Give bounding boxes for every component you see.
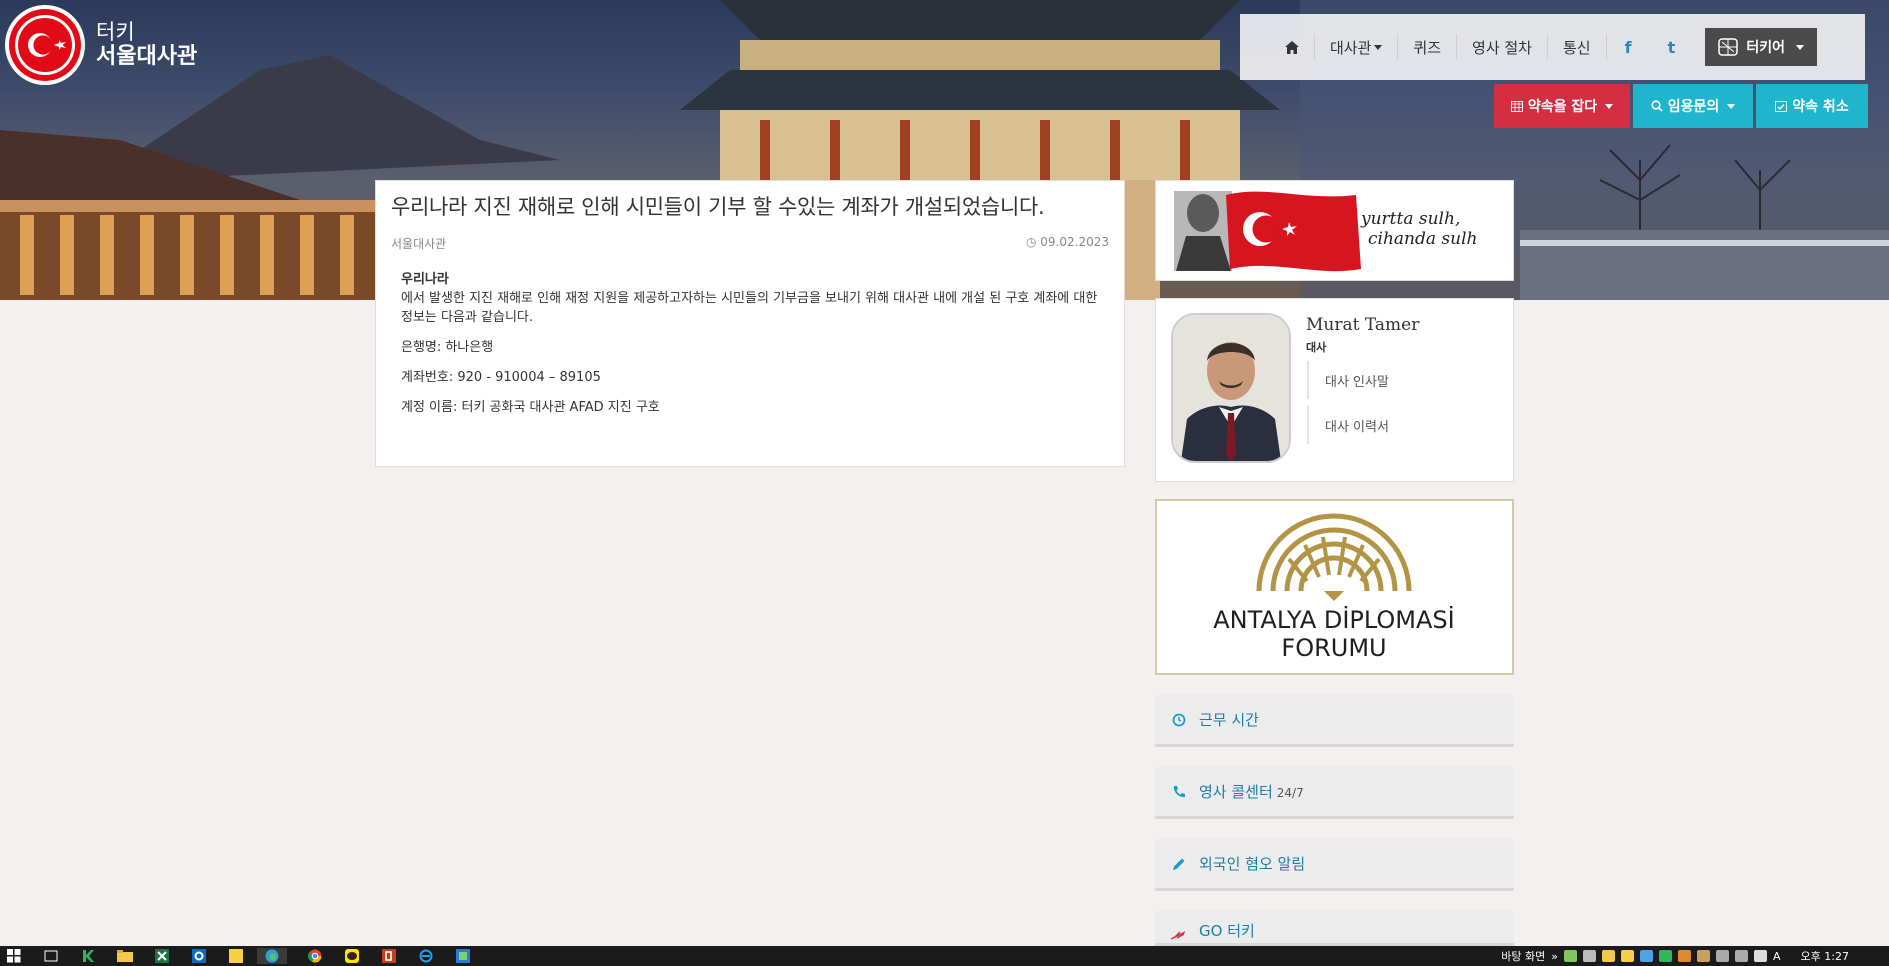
outlook-icon[interactable] [189, 948, 208, 964]
article-intro-bold: 우리나라 [401, 272, 449, 287]
go-turkey-link[interactable]: GO 터키 [1155, 911, 1514, 946]
kakao-icon[interactable] [78, 948, 97, 964]
nav-consular[interactable]: 영사 절차 [1457, 27, 1547, 67]
calendar-check-icon [1775, 101, 1788, 112]
call-center-label: 영사 콜센터 [1199, 783, 1273, 801]
kakaotalk-icon[interactable] [342, 948, 361, 964]
nav-embassy[interactable]: 대사관 [1315, 27, 1397, 67]
app-icon[interactable] [453, 948, 472, 964]
svg-text:cihanda sulh: cihanda sulh [1368, 229, 1477, 249]
file-explorer-icon[interactable] [115, 948, 134, 964]
plane-icon [1169, 929, 1189, 941]
xenophobia-report-link[interactable]: 외국인 혐오 알림 [1155, 839, 1514, 891]
chevron-down-icon [1727, 103, 1736, 109]
svg-text:yurtta sulh,: yurtta sulh, [1360, 209, 1460, 229]
excel-icon[interactable] [152, 948, 171, 964]
embassy-logo[interactable]: 터키 서울대사관 [4, 4, 197, 86]
tray-app-icon[interactable] [1564, 950, 1578, 962]
phone-icon [1169, 785, 1189, 799]
article-body: 우리나라 에서 발생한 지진 재해로 인해 재정 지원을 제공하고자하는 시민들… [391, 270, 1109, 417]
calendar-icon [1510, 101, 1523, 112]
adf-logo: ANTALYA DİPLOMASİ FORUMU [1213, 513, 1455, 662]
powerpoint-icon[interactable] [379, 948, 398, 964]
windows-taskbar: 바탕 화면 » A 오후 1:27 [0, 946, 1889, 966]
account-holder: 계정 이름: 터키 공화국 대사관 AFAD 지진 구호 [401, 400, 660, 415]
xenophobia-label: 외국인 혐오 알림 [1199, 855, 1306, 873]
turkey-emblem-icon [5, 5, 85, 85]
call-center-hours: 24/7 [1276, 786, 1304, 800]
tray-expand-icon[interactable]: » [1551, 950, 1558, 963]
clock-icon [1169, 713, 1189, 727]
volume-icon[interactable] [1735, 950, 1749, 962]
logo-embassy-name: 서울대사관 [96, 44, 198, 70]
turkish-flag-image: yurtta sulh, cihanda sulh [1174, 191, 1477, 272]
ambassador-greeting-link[interactable]: 대사 인사말 [1307, 361, 1507, 399]
appointment-actions: 약속을 잡다 임용문의 약속 취소 [1494, 84, 1868, 128]
inquiry-button[interactable]: 임용문의 [1633, 84, 1753, 128]
bank-name: 은행명: 하나은행 [401, 340, 494, 355]
account-number: 계좌번호: 920 - 910004 – 89105 [401, 370, 601, 385]
windows-start-icon[interactable] [4, 948, 23, 964]
tray-app-icon[interactable] [1583, 950, 1597, 962]
cancel-appointment-button[interactable]: 약속 취소 [1756, 84, 1868, 128]
chevron-down-icon [1796, 44, 1805, 50]
ambassador-cv-link[interactable]: 대사 이력서 [1307, 406, 1507, 444]
chrome-icon[interactable] [305, 948, 324, 964]
chevron-down-icon [1374, 44, 1383, 50]
svg-text:ANTALYA DİPLOMASİ: ANTALYA DİPLOMASİ [1213, 605, 1455, 634]
working-hours-label: 근무 시간 [1199, 711, 1259, 729]
ime-mode-icon[interactable] [1754, 950, 1768, 962]
book-appointment-button[interactable]: 약속을 잡다 [1494, 84, 1630, 128]
search-icon [1651, 100, 1663, 112]
chevron-down-icon [1605, 103, 1614, 109]
main-nav: 대사관 퀴즈 영사 절차 통신 f t 터키어 [1240, 14, 1865, 80]
go-turkey-label: GO 터키 [1199, 922, 1255, 940]
home-icon[interactable] [1270, 27, 1314, 67]
tray-app-icon[interactable] [1602, 950, 1616, 962]
nav-quiz[interactable]: 퀴즈 [1398, 27, 1456, 67]
tray-app-icon[interactable] [1659, 950, 1673, 962]
logo-country: 터키 [96, 20, 135, 45]
language-label: 터키어 [1746, 40, 1786, 56]
clock-icon: ◷ [1025, 235, 1037, 249]
article-title: 우리나라 지진 재해로 인해 시민들이 기부 할 수있는 계좌가 개설되었습니다… [391, 195, 1045, 219]
ambassador-role: 대사 [1306, 341, 1327, 354]
twitter-icon[interactable]: t [1650, 38, 1694, 57]
ime-language-indicator[interactable]: A [1773, 950, 1781, 963]
tray-app-icon[interactable] [1697, 950, 1711, 962]
ambassador-card: Murat Tamer 대사 대사 인사말 대사 이력서 [1155, 298, 1514, 482]
clock-time[interactable]: 오후 1:27 [1801, 948, 1849, 964]
tray-app-icon[interactable] [1678, 950, 1692, 962]
tray-app-icon[interactable] [1640, 950, 1654, 962]
antalya-diplomacy-forum-banner[interactable]: ANTALYA DİPLOMASİ FORUMU [1155, 499, 1514, 675]
svg-text:FORUMU: FORUMU [1281, 634, 1386, 662]
article-source: 서울대사관 [391, 237, 447, 251]
tray-app-icon[interactable] [1621, 950, 1635, 962]
article-date: ◷ 09.02.2023 [1025, 235, 1109, 249]
network-icon[interactable] [1716, 950, 1730, 962]
pencil-icon [1169, 857, 1189, 871]
internet-explorer-icon[interactable] [416, 948, 435, 964]
ataturk-flag-banner[interactable]: yurtta sulh, cihanda sulh [1155, 180, 1514, 281]
language-selector[interactable]: 터키어 [1705, 28, 1818, 66]
task-view-icon[interactable] [41, 948, 60, 964]
news-article: 우리나라 지진 재해로 인해 시민들이 기부 할 수있는 계좌가 개설되었습니다… [375, 180, 1125, 467]
ambassador-name: Murat Tamer [1306, 315, 1420, 335]
nav-contact[interactable]: 통신 [1548, 27, 1606, 67]
working-hours-link[interactable]: 근무 시간 [1155, 695, 1514, 747]
ambassador-photo[interactable] [1171, 313, 1291, 463]
system-tray: 바탕 화면 » A 오후 1:27 [1501, 946, 1889, 966]
desktop-toolbar-label[interactable]: 바탕 화면 [1501, 948, 1545, 964]
sticky-notes-icon[interactable] [226, 948, 245, 964]
globe-icon [1718, 38, 1739, 56]
consular-call-center-link[interactable]: 영사 콜센터 24/7 [1155, 767, 1514, 819]
edge-icon[interactable] [257, 948, 287, 964]
article-intro: 에서 발생한 지진 재해로 인해 재정 지원을 제공하고자하는 시민들의 기부금… [401, 291, 1098, 325]
facebook-icon[interactable]: f [1607, 38, 1650, 57]
